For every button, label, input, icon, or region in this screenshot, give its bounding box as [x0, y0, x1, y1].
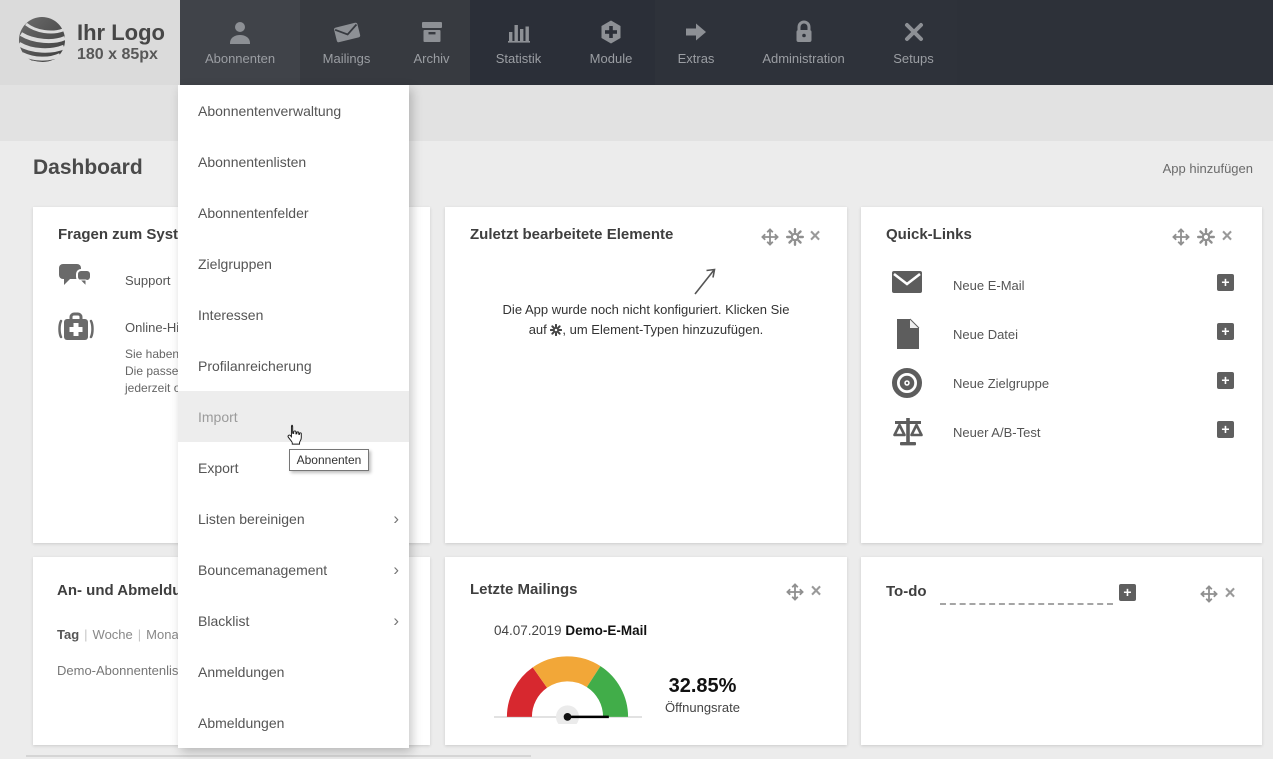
- envelope-icon: [891, 269, 923, 300]
- nav-item-abonnenten[interactable]: Abonnenten: [180, 0, 300, 85]
- menu-item-profilanreicherung[interactable]: Profilanreicherung: [178, 340, 409, 391]
- open-rate-label: Öffnungsrate: [630, 700, 775, 715]
- menu-item-abonnentenlisten[interactable]: Abonnentenlisten: [178, 136, 409, 187]
- chevron-right-icon: ›: [393, 611, 399, 631]
- widget-title: Letzte Mailings: [470, 581, 578, 598]
- hexagon-plus-icon: [598, 17, 624, 47]
- chat-bubbles-icon: [57, 261, 93, 298]
- widget-title: Quick-Links: [886, 226, 972, 243]
- nav-item-statistik[interactable]: Statistik: [470, 0, 567, 85]
- add-quicklink-button[interactable]: +: [1217, 372, 1234, 389]
- globe-logo-icon: [16, 14, 68, 71]
- add-todo-button[interactable]: +: [1119, 584, 1136, 601]
- gear-icon[interactable]: [1197, 228, 1215, 246]
- mailing-name: Demo-E-Mail: [565, 623, 647, 638]
- logo[interactable]: Ihr Logo 180 x 85px: [0, 0, 180, 85]
- nav-item-archiv[interactable]: Archiv: [393, 0, 470, 85]
- add-quicklink-button[interactable]: +: [1217, 421, 1234, 438]
- nav-item-extras[interactable]: Extras: [655, 0, 737, 85]
- open-rate-gauge: [505, 654, 630, 724]
- abonnenten-dropdown-menu: Abonnentenverwaltung Abonnentenlisten Ab…: [178, 85, 409, 748]
- move-widget-icon[interactable]: [1200, 585, 1218, 603]
- chevron-right-icon: ›: [393, 560, 399, 580]
- quicklink-label[interactable]: Neue Zielgruppe: [953, 376, 1049, 391]
- close-icon[interactable]: ×: [1221, 585, 1239, 603]
- close-icon[interactable]: ×: [806, 228, 824, 246]
- bar-chart-icon: [506, 17, 532, 47]
- quicklink-label[interactable]: Neuer A/B-Test: [953, 425, 1040, 440]
- move-widget-icon[interactable]: [761, 228, 779, 246]
- mailing-date: 04.07.2019: [494, 623, 562, 638]
- scales-icon: [891, 416, 925, 453]
- add-quicklink-button[interactable]: +: [1217, 323, 1234, 340]
- period-tabs: Tag|Woche|Monat: [57, 627, 182, 642]
- move-widget-icon[interactable]: [786, 583, 804, 601]
- tooltip: Abonnenten: [289, 449, 369, 471]
- quicklink-row: Neue Datei +: [861, 314, 1262, 358]
- user-icon: [227, 17, 253, 47]
- archive-box-icon: [419, 17, 445, 47]
- quicklink-label[interactable]: Neue E-Mail: [953, 278, 1025, 293]
- support-link[interactable]: Support: [125, 273, 171, 288]
- lock-icon: [791, 17, 817, 47]
- widget-title: Zuletzt bearbeitete Elemente: [470, 226, 673, 243]
- menu-item-blacklist[interactable]: Blacklist›: [178, 595, 409, 646]
- recent-elements-widget: Zuletzt bearbeitete Elemente × Die App w…: [445, 207, 847, 543]
- menu-item-listen-bereinigen[interactable]: Listen bereinigen›: [178, 493, 409, 544]
- quicklink-row: Neuer A/B-Test +: [861, 412, 1262, 456]
- empty-state-text: auf , um Element-Typen hinzuzufügen.: [445, 322, 847, 339]
- gear-icon[interactable]: [786, 228, 804, 246]
- tab-tag[interactable]: Tag: [57, 627, 79, 642]
- file-icon: [895, 318, 921, 355]
- logo-title: Ihr Logo: [77, 21, 165, 45]
- nav-item-administration[interactable]: Administration: [737, 0, 870, 85]
- menu-item-zielgruppen[interactable]: Zielgruppen: [178, 238, 409, 289]
- tab-monat[interactable]: Monat: [146, 627, 182, 642]
- menu-item-anmeldungen[interactable]: Anmeldungen: [178, 646, 409, 697]
- gear-icon: [550, 324, 562, 339]
- move-widget-icon[interactable]: [1172, 228, 1190, 246]
- nav-item-setups[interactable]: Setups: [870, 0, 957, 85]
- target-icon: [891, 367, 923, 404]
- menu-item-interessen[interactable]: Interessen: [178, 289, 409, 340]
- empty-state-text: Die App wurde noch nicht konfiguriert. K…: [445, 302, 847, 317]
- arrow-up-right-icon: [690, 263, 720, 302]
- nav-item-mailings[interactable]: Mailings: [300, 0, 393, 85]
- first-aid-icon: [57, 309, 95, 350]
- last-mailings-widget: Letzte Mailings × 04.07.2019 Demo-E-Mail…: [445, 557, 847, 745]
- tab-woche[interactable]: Woche: [93, 627, 133, 642]
- add-quicklink-button[interactable]: +: [1217, 274, 1234, 291]
- page-title: Dashboard: [33, 156, 143, 180]
- todo-widget: To-do + ×: [861, 557, 1262, 745]
- bottom-divider: [26, 755, 531, 757]
- quicklink-row: Neue E-Mail +: [861, 265, 1262, 309]
- menu-item-abonnentenverwaltung[interactable]: Abonnentenverwaltung: [178, 85, 409, 136]
- close-icon[interactable]: ×: [807, 583, 825, 601]
- nav-item-module[interactable]: Module: [567, 0, 655, 85]
- cursor-pointer: [283, 423, 304, 452]
- quicklink-row: Neue Zielgruppe +: [861, 363, 1262, 407]
- close-icon[interactable]: ×: [1218, 228, 1236, 246]
- todo-input[interactable]: [940, 587, 1113, 605]
- menu-item-abonnentenfelder[interactable]: Abonnentenfelder: [178, 187, 409, 238]
- help-text: Sie haben Die passen jederzeit o: [125, 346, 185, 397]
- mailing-entry[interactable]: 04.07.2019 Demo-E-Mail: [494, 623, 647, 638]
- menu-item-abmeldungen[interactable]: Abmeldungen: [178, 697, 409, 748]
- quicklinks-widget: Quick-Links × Neue E-Mail + Neue Datei +: [861, 207, 1262, 543]
- add-app-link[interactable]: App hinzufügen: [1163, 161, 1253, 176]
- chevron-right-icon: ›: [393, 509, 399, 529]
- list-item[interactable]: Demo-Abonnentenliste: [57, 663, 189, 678]
- top-navigation: Ihr Logo 180 x 85px Abonnenten Mailings …: [0, 0, 1273, 85]
- tools-icon: [901, 17, 927, 47]
- menu-item-bouncemanagement[interactable]: Bouncemanagement›: [178, 544, 409, 595]
- arrow-right-icon: [683, 17, 709, 47]
- widget-title: To-do: [886, 583, 927, 600]
- envelope-icon: [332, 17, 362, 47]
- logo-subtitle: 180 x 85px: [77, 45, 165, 65]
- quicklink-label[interactable]: Neue Datei: [953, 327, 1018, 342]
- open-rate-value: 32.85%: [630, 675, 775, 698]
